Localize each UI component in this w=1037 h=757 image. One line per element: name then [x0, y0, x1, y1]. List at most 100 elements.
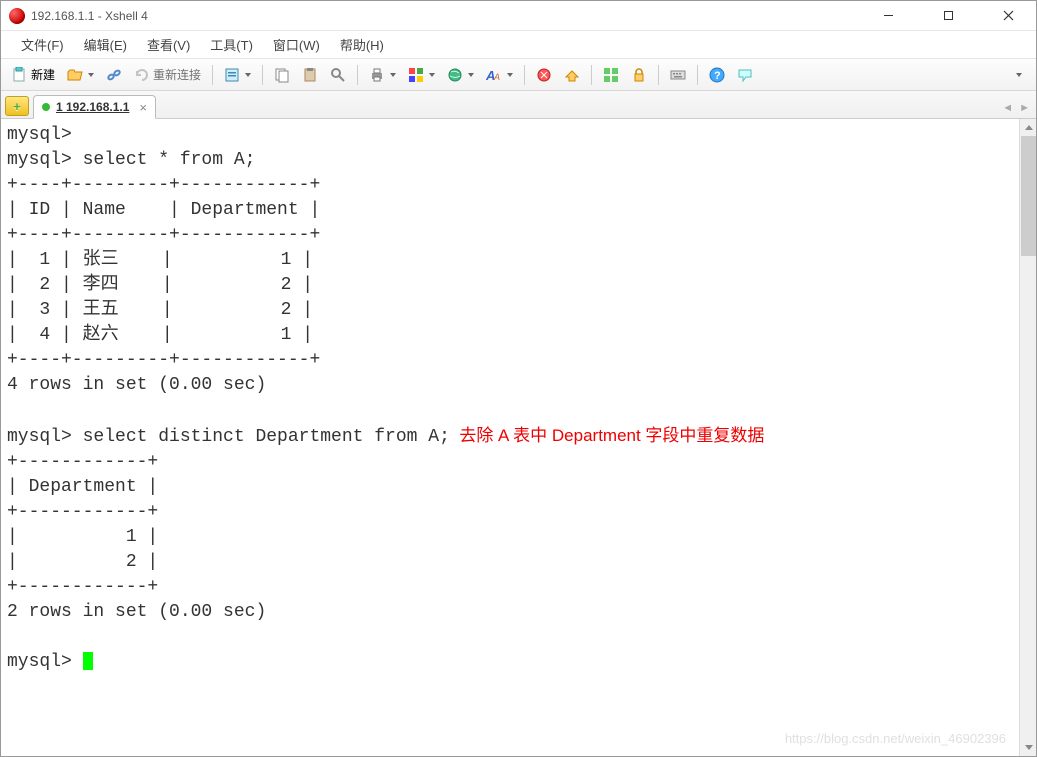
terminal-line: | 1 | 张三 | 1 | [7, 250, 313, 270]
menu-help[interactable]: 帮助(H) [330, 31, 394, 58]
terminal-line: +------------+ [7, 577, 158, 597]
scroll-up-button[interactable] [1020, 119, 1036, 136]
session-tab[interactable]: 1 192.168.1.1 × [33, 95, 156, 119]
scroll-down-button[interactable] [1020, 739, 1036, 756]
globe-button[interactable] [442, 63, 479, 87]
font-button[interactable]: AA [481, 63, 518, 87]
menu-window[interactable]: 窗口(W) [263, 31, 330, 58]
paste-icon [302, 67, 318, 83]
minimize-button[interactable] [868, 2, 908, 30]
separator [658, 65, 659, 85]
separator [357, 65, 358, 85]
reconnect-icon [134, 67, 150, 83]
terminal-line: +------------+ [7, 452, 158, 472]
tab-nav: ◄ ► [1002, 102, 1030, 114]
svg-text:A: A [493, 72, 500, 82]
arrow-down-icon [1025, 745, 1033, 750]
separator [524, 65, 525, 85]
tab-prev-button[interactable]: ◄ [1002, 102, 1013, 114]
tabbar: + 1 192.168.1.1 × ◄ ► [1, 91, 1036, 119]
chat-icon [737, 67, 753, 83]
terminal-line: | 2 | 李四 | 2 | [7, 275, 313, 295]
xshell-icon [536, 67, 552, 83]
terminal-line: 2 rows in set (0.00 sec) [7, 602, 266, 622]
reconnect-label: 重新连接 [153, 66, 201, 83]
arrow-up-icon [1025, 125, 1033, 130]
maximize-button[interactable] [928, 2, 968, 30]
terminal-line: | 3 | 王五 | 2 | [7, 300, 313, 320]
chevron-down-icon [429, 73, 435, 77]
separator [262, 65, 263, 85]
toolbar-overflow-button[interactable] [1006, 63, 1030, 87]
lock-button[interactable] [626, 63, 652, 87]
close-button[interactable] [988, 2, 1028, 30]
menu-view[interactable]: 查看(V) [137, 31, 200, 58]
terminal-line: +----+---------+------------+ [7, 175, 320, 195]
chevron-down-icon [88, 73, 94, 77]
chevron-down-icon [468, 73, 474, 77]
menu-edit[interactable]: 编辑(E) [74, 31, 137, 58]
terminal-line: +----+---------+------------+ [7, 350, 320, 370]
terminal-line: | 1 | [7, 527, 158, 547]
toolbar: 新建 重新连接 [1, 59, 1036, 91]
separator [212, 65, 213, 85]
plus-icon: + [13, 99, 21, 114]
xftp-icon [564, 67, 580, 83]
terminal-line: mysql> select * from A; [7, 150, 255, 170]
new-button[interactable]: 新建 [7, 63, 60, 87]
help-icon: ? [709, 67, 725, 83]
terminal-area: mysql> mysql> select * from A; +----+---… [1, 119, 1036, 756]
properties-button[interactable] [219, 63, 256, 87]
separator [697, 65, 698, 85]
copy-button[interactable] [269, 63, 295, 87]
terminal-line: | 2 | [7, 552, 158, 572]
tab-close-button[interactable]: × [139, 100, 147, 115]
lock-icon [631, 67, 647, 83]
menubar: 文件(F) 编辑(E) 查看(V) 工具(T) 窗口(W) 帮助(H) [1, 31, 1036, 59]
terminal-line: mysql> [7, 125, 72, 145]
terminal-line: mysql> select distinct Department from A… [7, 427, 450, 447]
keyboard-icon [670, 67, 686, 83]
open-button[interactable] [62, 63, 99, 87]
svg-text:?: ? [714, 70, 721, 82]
keyboard-button[interactable] [665, 63, 691, 87]
terminal-line: +------------+ [7, 502, 158, 522]
terminal-line: | ID | Name | Department | [7, 200, 320, 220]
link-button[interactable] [101, 63, 127, 87]
chevron-down-icon [1016, 73, 1022, 77]
scrollbar[interactable] [1019, 119, 1036, 756]
annotation-text: 去除 A 表中 Department 字段中重复数据 [450, 426, 765, 445]
chat-button[interactable] [732, 63, 758, 87]
copy-icon [274, 67, 290, 83]
search-icon [330, 67, 346, 83]
reconnect-button[interactable]: 重新连接 [129, 63, 206, 87]
terminal-line: | 4 | 赵六 | 1 | [7, 325, 313, 345]
xftp-button[interactable] [559, 63, 585, 87]
window-controls [868, 2, 1028, 30]
terminal[interactable]: mysql> mysql> select * from A; +----+---… [1, 119, 1036, 756]
print-button[interactable] [364, 63, 401, 87]
paste-button[interactable] [297, 63, 323, 87]
menu-tools[interactable]: 工具(T) [200, 31, 263, 58]
separator [591, 65, 592, 85]
add-tab-button[interactable]: + [5, 96, 29, 116]
status-dot-icon [42, 103, 50, 111]
app-icon [9, 8, 25, 24]
new-icon [12, 67, 28, 83]
globe-icon [447, 67, 463, 83]
menu-file[interactable]: 文件(F) [11, 31, 74, 58]
color-button[interactable] [403, 63, 440, 87]
help-button[interactable]: ? [704, 63, 730, 87]
tab-label: 1 192.168.1.1 [56, 100, 129, 114]
scroll-thumb[interactable] [1021, 136, 1036, 256]
link-icon [106, 67, 122, 83]
chevron-down-icon [390, 73, 396, 77]
xshell-button[interactable] [531, 63, 557, 87]
find-button[interactable] [325, 63, 351, 87]
tile-button[interactable] [598, 63, 624, 87]
terminal-prompt: mysql> [7, 652, 83, 672]
folder-open-icon [67, 67, 83, 83]
chevron-down-icon [507, 73, 513, 77]
terminal-line: +----+---------+------------+ [7, 225, 320, 245]
tab-next-button[interactable]: ► [1019, 102, 1030, 114]
